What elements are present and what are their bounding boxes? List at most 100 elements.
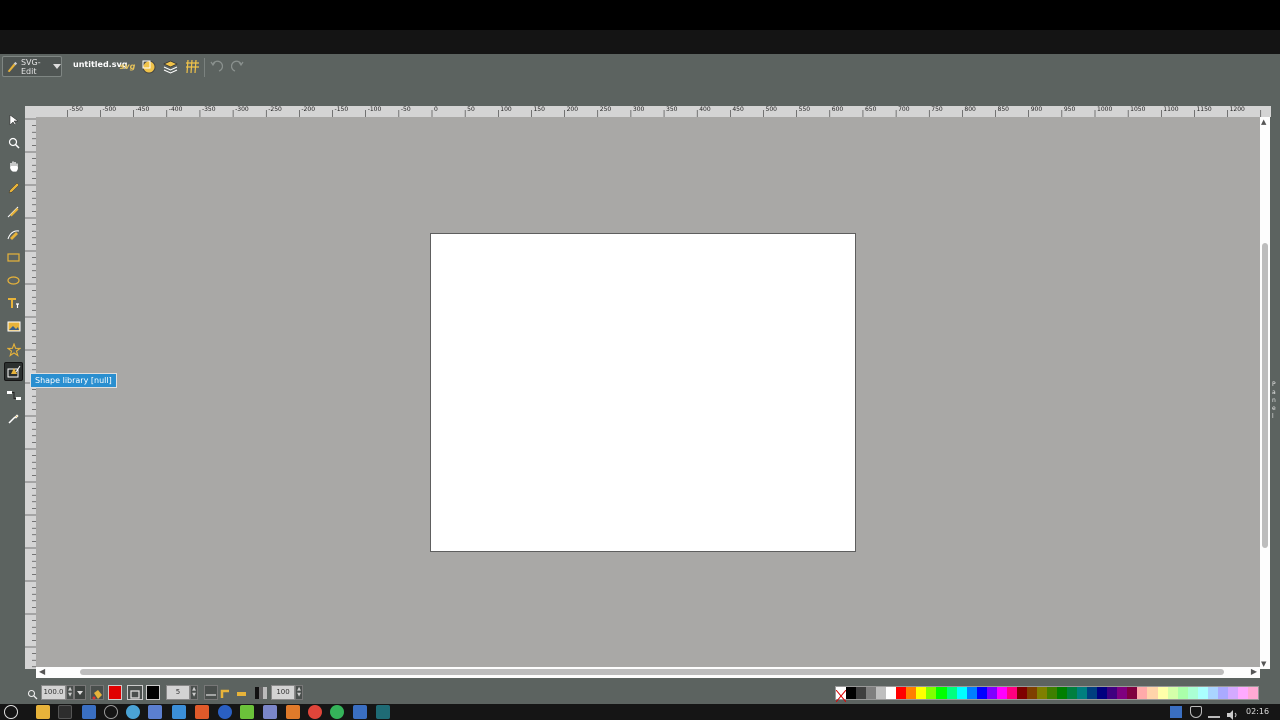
palette-swatch[interactable] [866,687,877,699]
stroke-linecap-dropdown[interactable] [236,685,250,700]
palette-swatch[interactable] [856,687,867,699]
scroll-down-arrow-icon[interactable]: ▼ [1261,660,1266,668]
palette-swatch[interactable] [936,687,947,699]
palette-swatch[interactable] [1137,687,1148,699]
palette-swatch[interactable] [1237,687,1248,699]
palette-swatch[interactable] [1097,687,1108,699]
palette-swatch[interactable] [1016,687,1027,699]
folder-icon[interactable] [36,705,50,719]
vertical-scrollbar[interactable]: ▲ ▼ [1260,117,1270,669]
palette-swatch[interactable] [1187,687,1198,699]
palette-swatch[interactable] [1057,687,1068,699]
horizontal-scrollbar[interactable]: ◀ ▶ [36,667,1260,678]
palette-swatch[interactable] [906,687,917,699]
layers-button[interactable] [162,58,179,75]
color-palette[interactable] [835,686,1259,703]
palette-swatch[interactable] [1077,687,1088,699]
scroll-left-arrow-icon[interactable]: ◀ [39,667,45,676]
palette-swatch[interactable] [1247,687,1258,699]
palette-swatch[interactable] [1167,687,1178,699]
shape-library-tool[interactable] [4,362,23,381]
chrome-icon[interactable] [308,705,322,719]
stroke-color-swatch[interactable] [146,685,160,700]
brave-icon[interactable] [195,705,209,719]
canvas-workarea[interactable] [36,117,1260,669]
palette-swatch[interactable] [886,687,897,699]
opacity-input[interactable]: 100 [271,685,295,700]
file-manager-icon[interactable] [148,705,162,719]
palette-swatch[interactable] [1087,687,1098,699]
grid-button[interactable] [184,58,201,75]
stroke-width-stepper[interactable]: ▲ ▼ [190,685,198,700]
rect-tool[interactable] [4,248,23,267]
palette-swatch[interactable] [1207,687,1218,699]
undo-button[interactable] [207,58,224,75]
notes-icon[interactable] [263,705,277,719]
ellipse-tool[interactable] [4,271,23,290]
palette-swatch[interactable] [1197,687,1208,699]
palette-swatch[interactable] [1036,687,1047,699]
edge-icon[interactable] [218,705,232,719]
fill-paint-button[interactable] [90,685,104,700]
vertical-ruler[interactable] [25,117,36,669]
line-tool[interactable] [4,202,23,221]
eyedropper-tool[interactable] [4,409,23,428]
network-icon[interactable] [1208,706,1220,718]
stroke-style-dropdown[interactable] [204,685,218,700]
palette-swatch[interactable] [896,687,907,699]
horizontal-scroll-thumb[interactable] [80,669,1224,675]
camera-icon[interactable] [353,705,367,719]
shield-icon[interactable] [1190,706,1202,718]
opacity-button[interactable] [254,685,270,700]
wireframe-button[interactable] [140,58,157,75]
zoom-input[interactable]: 100.0 [41,685,66,700]
connector-tool[interactable] [4,386,23,405]
palette-swatch[interactable] [926,687,937,699]
svg-document-page[interactable] [430,233,856,552]
zoom-dropdown[interactable] [74,685,86,700]
main-menu-button[interactable]: SVG-Edit [2,56,62,77]
stroke-paint-button[interactable] [127,685,143,700]
palette-swatch[interactable] [1026,687,1037,699]
palette-swatch[interactable] [1177,687,1188,699]
palette-swatch[interactable] [966,687,977,699]
palette-swatch[interactable] [1006,687,1017,699]
palette-swatch[interactable] [976,687,987,699]
pencil-tool[interactable] [4,179,23,198]
store-icon[interactable] [286,705,300,719]
zoom-stepper[interactable]: ▲ ▼ [66,685,74,700]
vertical-scroll-thumb[interactable] [1262,243,1268,548]
no-color-swatch[interactable] [835,687,847,703]
download-icon[interactable] [172,705,186,719]
palette-swatch[interactable] [1157,687,1168,699]
palette-swatch[interactable] [876,687,887,699]
palette-swatch[interactable] [946,687,957,699]
zoom-tool[interactable] [4,133,23,152]
palette-swatch[interactable] [1217,687,1228,699]
star-tool[interactable] [4,340,23,359]
path-tool[interactable] [4,225,23,244]
fill-color-swatch[interactable] [108,685,122,700]
opacity-stepper[interactable]: ▲ ▼ [295,685,303,700]
browser-icon[interactable] [126,705,140,719]
scroll-up-arrow-icon[interactable]: ▲ [1261,118,1266,126]
horizontal-ruler[interactable]: -550 -500 -450 -400 -350 -300 -250 -200 -150 -100… [36,106,1271,117]
palette-swatch[interactable] [1127,687,1138,699]
palette-swatch[interactable] [846,687,857,699]
editor-icon[interactable] [240,705,254,719]
palette-swatch[interactable] [1227,687,1238,699]
palette-swatch[interactable] [1107,687,1118,699]
palette-swatch[interactable] [986,687,997,699]
pan-tool[interactable] [4,156,23,175]
screenshot-icon[interactable] [82,705,96,719]
palette-swatch[interactable] [1117,687,1128,699]
palette-swatch[interactable] [1067,687,1078,699]
side-panel-handle[interactable]: P a n e l [1270,117,1280,677]
stroke-linejoin-dropdown[interactable] [220,685,234,700]
image-tool[interactable] [4,317,23,336]
stroke-width-input[interactable]: 5 [166,685,190,700]
palette-swatch[interactable] [1046,687,1058,699]
palette-swatch[interactable] [916,687,927,699]
whatsapp-icon[interactable] [330,705,344,719]
text-tool[interactable] [4,294,23,313]
